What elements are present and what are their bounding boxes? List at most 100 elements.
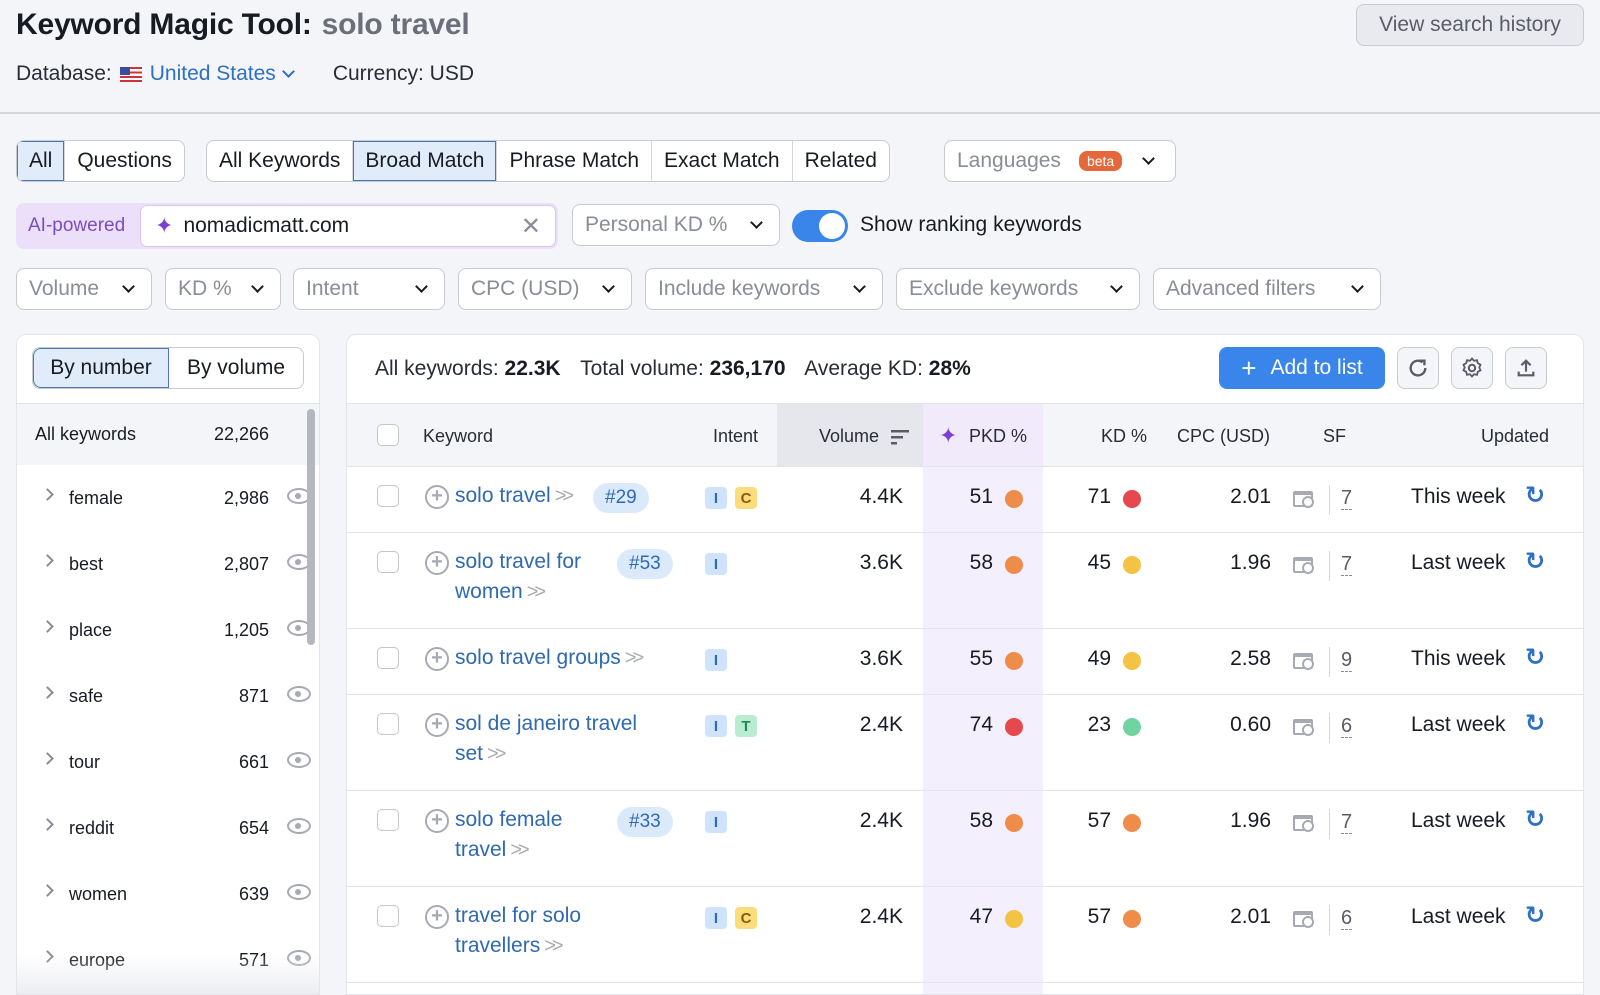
sf-count[interactable]: 7 [1341,553,1353,576]
intent-badge-t[interactable]: T [735,715,757,737]
filter-intent[interactable]: Intent [293,268,445,310]
keyword-link[interactable]: solo travel >> [455,481,574,511]
col-updated[interactable]: Updated [1481,426,1549,447]
col-volume[interactable]: Volume [819,426,879,447]
tab-questions[interactable]: Questions [64,141,184,181]
database-selector[interactable]: United States [150,62,295,86]
serp-features-icon[interactable] [1293,719,1314,736]
eye-icon[interactable] [287,686,311,702]
tab-broad-match[interactable]: Broad Match [352,141,497,181]
add-keyword-icon[interactable]: + [425,551,449,575]
group-item[interactable]: tour 661 [17,730,319,796]
chevron-right-icon[interactable] [41,884,54,897]
group-item[interactable]: reddit 654 [17,796,319,862]
tab-phrase-match[interactable]: Phrase Match [496,141,651,181]
chevron-right-icon[interactable] [41,554,54,567]
tab-exact-match[interactable]: Exact Match [651,141,792,181]
ranking-badge[interactable]: #29 [593,483,649,513]
intent-badge-c[interactable]: C [735,907,757,929]
add-keyword-icon[interactable]: + [425,905,449,929]
scrollbar[interactable] [307,409,315,645]
row-checkbox[interactable] [377,485,399,507]
tab-by-volume[interactable]: By volume [169,348,303,388]
intent-badge-i[interactable]: I [705,715,727,737]
group-item[interactable]: women 639 [17,862,319,928]
add-keyword-icon[interactable]: + [425,713,449,737]
intent-badge-i[interactable]: I [705,487,727,509]
keyword-link[interactable]: solo travel groups >> [455,643,644,673]
row-checkbox[interactable] [377,551,399,573]
tab-all[interactable]: All [17,141,65,181]
ranking-badge[interactable]: #33 [617,807,673,837]
keyword-link[interactable]: solo travel for women >> [455,547,581,607]
refresh-icon[interactable]: ↻ [1525,805,1545,834]
col-sf[interactable]: SF [1323,426,1346,447]
sf-count[interactable]: 9 [1341,649,1353,672]
col-pkd[interactable]: PKD % [969,426,1027,447]
intent-badge-i[interactable]: I [705,907,727,929]
eye-icon[interactable] [287,884,311,900]
group-item[interactable]: place 1,205 [17,598,319,664]
eye-icon[interactable] [287,818,311,834]
sf-count[interactable]: 6 [1341,907,1353,930]
eye-icon[interactable] [287,752,311,768]
intent-badge-i[interactable]: I [705,649,727,671]
col-keyword[interactable]: Keyword [423,426,493,447]
keyword-link[interactable]: travel for solo travellers >> [455,901,581,961]
col-intent[interactable]: Intent [713,426,758,447]
chevron-right-icon[interactable] [41,686,54,699]
add-keyword-icon[interactable]: + [425,485,449,509]
group-item[interactable]: safe 871 [17,664,319,730]
select-all-checkbox[interactable] [377,424,399,446]
refresh-icon[interactable]: ↻ [1525,481,1545,510]
personal-kd-dropdown[interactable]: Personal KD % [572,204,780,246]
refresh-icon[interactable]: ↻ [1525,547,1545,576]
filter-advanced[interactable]: Advanced filters [1153,268,1381,310]
refresh-icon[interactable]: ↻ [1525,709,1545,738]
tab-related[interactable]: Related [791,141,889,181]
view-search-history-button[interactable]: View search history [1356,4,1584,46]
group-item[interactable]: female 2,986 [17,466,319,532]
row-checkbox[interactable] [377,809,399,831]
chevron-right-icon[interactable] [41,488,54,501]
group-item[interactable]: best 2,807 [17,532,319,598]
filter-kd[interactable]: KD % [165,268,281,310]
intent-badge-i[interactable]: I [705,811,727,833]
sort-icon[interactable] [891,429,909,445]
chevron-right-icon[interactable] [41,752,54,765]
domain-input[interactable]: ✦ nomadicmatt.com ✕ [140,205,556,247]
ranking-badge[interactable]: #53 [617,549,673,579]
serp-features-icon[interactable] [1293,491,1314,508]
filter-include-keywords[interactable]: Include keywords [645,268,883,310]
filter-exclude-keywords[interactable]: Exclude keywords [896,268,1140,310]
add-keyword-icon[interactable]: + [425,647,449,671]
languages-dropdown[interactable]: Languages beta [944,140,1176,182]
row-checkbox[interactable] [377,713,399,735]
sf-count[interactable]: 6 [1341,715,1353,738]
serp-features-icon[interactable] [1293,557,1314,574]
add-to-list-button[interactable]: + Add to list [1219,347,1385,389]
show-ranking-keywords-toggle[interactable] [792,210,848,242]
intent-badge-c[interactable]: C [735,487,757,509]
group-all-keywords[interactable]: All keywords 22,266 [17,403,319,465]
col-kd[interactable]: KD % [1101,426,1147,447]
row-checkbox[interactable] [377,647,399,669]
col-cpc[interactable]: CPC (USD) [1177,426,1270,447]
chevron-right-icon[interactable] [41,818,54,831]
serp-features-icon[interactable] [1293,815,1314,832]
serp-features-icon[interactable] [1293,911,1314,928]
filter-cpc[interactable]: CPC (USD) [458,268,632,310]
clear-icon[interactable]: ✕ [521,212,541,241]
keyword-link[interactable]: sol de janeiro travel set >> [455,709,637,769]
tab-all-keywords[interactable]: All Keywords [207,141,352,181]
refresh-icon[interactable]: ↻ [1525,643,1545,672]
row-checkbox[interactable] [377,905,399,927]
filter-volume[interactable]: Volume [16,268,152,310]
export-button[interactable] [1505,347,1547,389]
refresh-icon[interactable]: ↻ [1525,901,1545,930]
serp-features-icon[interactable] [1293,653,1314,670]
sf-count[interactable]: 7 [1341,811,1353,834]
settings-button[interactable] [1451,347,1493,389]
refresh-button[interactable] [1397,347,1439,389]
add-keyword-icon[interactable]: + [425,809,449,833]
